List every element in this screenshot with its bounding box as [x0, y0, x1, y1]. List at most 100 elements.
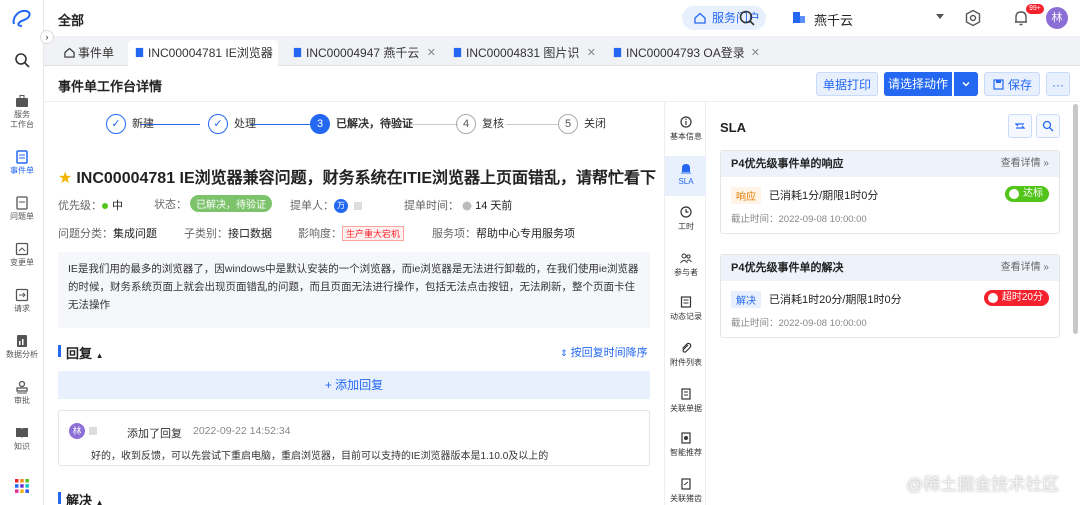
- field-label: 问题分类：: [58, 228, 113, 240]
- subcategory-value[interactable]: 接口数据: [228, 228, 272, 240]
- sla-card-title: P4优先级事件单的响应: [731, 158, 844, 170]
- reply-avatar[interactable]: 林: [69, 423, 85, 439]
- step-number: 4: [456, 114, 476, 134]
- workspace-title[interactable]: 全部: [58, 10, 84, 29]
- anchor-label: 参与者: [674, 268, 698, 277]
- sidebar-expand-icon[interactable]: ›: [40, 30, 54, 44]
- home-icon: [694, 12, 706, 24]
- step-close: 5 关闭: [558, 114, 606, 134]
- save-button[interactable]: 保存: [984, 72, 1040, 96]
- sort-reply-button[interactable]: ⇕ 按回复时间降序: [560, 344, 648, 360]
- step-new: ✓ 新建: [106, 114, 154, 134]
- tab-incident-list[interactable]: 事件单: [58, 40, 128, 66]
- more-button[interactable]: ···: [1046, 72, 1070, 96]
- ticket-title: ★ INC00004781 IE浏览器兼容问题，财务系统在ITIE浏览器上页面错乱…: [58, 164, 656, 188]
- anchor-sla[interactable]: SLA: [665, 156, 707, 196]
- app-logo-icon[interactable]: [10, 8, 34, 28]
- anchor-label: 关联单据: [670, 404, 702, 413]
- step-number: 5: [558, 114, 578, 134]
- anchor-related-knowledge[interactable]: 关联猪齿: [665, 478, 707, 505]
- user-avatar[interactable]: 林: [1046, 7, 1068, 29]
- sla-title: SLA: [720, 120, 746, 135]
- sla-deadline: 截止时间：2022-09-08 10:00:00: [731, 214, 867, 225]
- view-details-link[interactable]: 查看详情 »: [1001, 151, 1049, 177]
- rail-item-problem[interactable]: 问题单: [0, 196, 44, 222]
- anchor-basic-info[interactable]: 基本信息: [665, 116, 707, 146]
- sla-search-button[interactable]: [1036, 114, 1060, 138]
- search-icon[interactable]: [14, 52, 30, 68]
- org-switcher[interactable]: 燕千云: [792, 10, 853, 29]
- step-number: 3: [310, 114, 330, 134]
- anchor-attachments[interactable]: 附件列表: [665, 342, 707, 372]
- submitter-avatar[interactable]: 万: [334, 199, 348, 214]
- action-dropdown-button[interactable]: [954, 72, 978, 96]
- priority-value[interactable]: 中: [112, 200, 123, 212]
- anchor-activity[interactable]: 动态记录: [665, 296, 707, 326]
- print-button[interactable]: 单据打印: [816, 72, 878, 96]
- step-label: 复核: [482, 118, 504, 130]
- rail-item-data-analysis[interactable]: 数据分析: [0, 334, 44, 360]
- impact-tag[interactable]: 生产重大宕机: [342, 226, 405, 241]
- sla-consumed: 已消耗1分/期限1时0分: [769, 190, 879, 202]
- settings-icon[interactable]: [964, 9, 982, 27]
- anchor-related-tickets[interactable]: 关联单据: [665, 388, 707, 418]
- field-label: 影响度：: [298, 228, 342, 240]
- star-icon[interactable]: ★: [58, 170, 72, 187]
- status-field: 状态： 已解决，待验证: [154, 195, 273, 212]
- rail-item-label: 事件单: [10, 166, 34, 175]
- rail-item-service-workbench[interactable]: 服务 工作台: [0, 94, 44, 130]
- resolve-section-title[interactable]: 解决 ▲: [58, 490, 104, 505]
- app-grid-icon[interactable]: [14, 478, 30, 494]
- close-icon[interactable]: ✕: [265, 40, 274, 66]
- rail-item-approval[interactable]: 审批: [0, 380, 44, 406]
- reply-time: 2022-09-22 14:52:34: [193, 425, 291, 437]
- sort-label: 按回复时间降序: [570, 347, 648, 359]
- view-details-link[interactable]: 查看详情 »: [1001, 255, 1049, 281]
- anchor-label: SLA: [678, 177, 694, 186]
- tab-inc-4947[interactable]: INC00004947 燕千云 ✕: [286, 40, 440, 66]
- category-value[interactable]: 集成问题: [113, 228, 157, 240]
- close-icon[interactable]: ✕: [751, 40, 760, 66]
- tab-inc-4793[interactable]: INC00004793 OA登录 ✕: [606, 40, 764, 66]
- sla-status-badge: 超时20分: [983, 290, 1049, 306]
- save-label: 保存: [1007, 78, 1032, 92]
- close-icon[interactable]: ✕: [427, 40, 436, 66]
- tab-inc-4831[interactable]: INC00004831 图片识 ✕: [446, 40, 600, 66]
- field-label: 子类别：: [184, 228, 228, 240]
- page-title: 事件单工作台详情: [58, 79, 163, 94]
- page-scrollbar[interactable]: [1073, 104, 1078, 334]
- caret-down-icon[interactable]: [936, 14, 944, 19]
- field-label: 提单人：: [290, 200, 334, 212]
- rail-item-knowledge[interactable]: 知识: [0, 426, 44, 452]
- doc-tab-icon: [135, 47, 144, 58]
- alarm-light-icon: [681, 164, 691, 174]
- rail-item-change[interactable]: 变更单: [0, 242, 44, 268]
- rail-item-incident[interactable]: 事件单: [0, 150, 44, 176]
- redacted-block: [354, 202, 362, 211]
- add-reply-button[interactable]: + 添加回复: [58, 371, 650, 399]
- search-icon[interactable]: [738, 9, 756, 27]
- select-action-button[interactable]: 请选择动作: [884, 72, 952, 96]
- close-icon[interactable]: ✕: [587, 40, 596, 66]
- anchor-participants[interactable]: 参与者: [665, 252, 707, 282]
- tab-label: INC00004831 图片识: [466, 46, 580, 60]
- step-label: 已解决，待验证: [336, 118, 413, 130]
- sla-card-resolve: P4优先级事件单的解决 查看详情 » 解决 已消耗1时20分/期限1时0分 超时…: [720, 254, 1060, 338]
- service-item-value[interactable]: 帮助中心专用服务项: [476, 228, 575, 240]
- rail-item-request[interactable]: 请求: [0, 288, 44, 314]
- anchor-worktime[interactable]: 工时: [665, 206, 707, 236]
- step-label: 处理: [234, 118, 256, 130]
- sla-card-title: P4优先级事件单的解决: [731, 262, 844, 274]
- sla-type-tag: 响应: [731, 187, 761, 204]
- sla-switch-button[interactable]: [1008, 114, 1032, 138]
- check-icon: ✓: [106, 114, 126, 134]
- tab-inc-4781[interactable]: INC00004781 IE浏览器 ✕: [128, 40, 278, 66]
- anchor-smart-recommend[interactable]: 智能推荐: [665, 432, 707, 462]
- tab-label: INC00004793 OA登录: [626, 46, 745, 60]
- search-icon: [1042, 120, 1054, 132]
- doc-tab-icon: [293, 47, 302, 58]
- sla-card-header: P4优先级事件单的响应 查看详情 »: [721, 151, 1059, 177]
- reply-section-title[interactable]: 回复 ▲: [58, 343, 104, 362]
- sla-card-header: P4优先级事件单的解决 查看详情 »: [721, 255, 1059, 281]
- redacted-block: [89, 427, 97, 435]
